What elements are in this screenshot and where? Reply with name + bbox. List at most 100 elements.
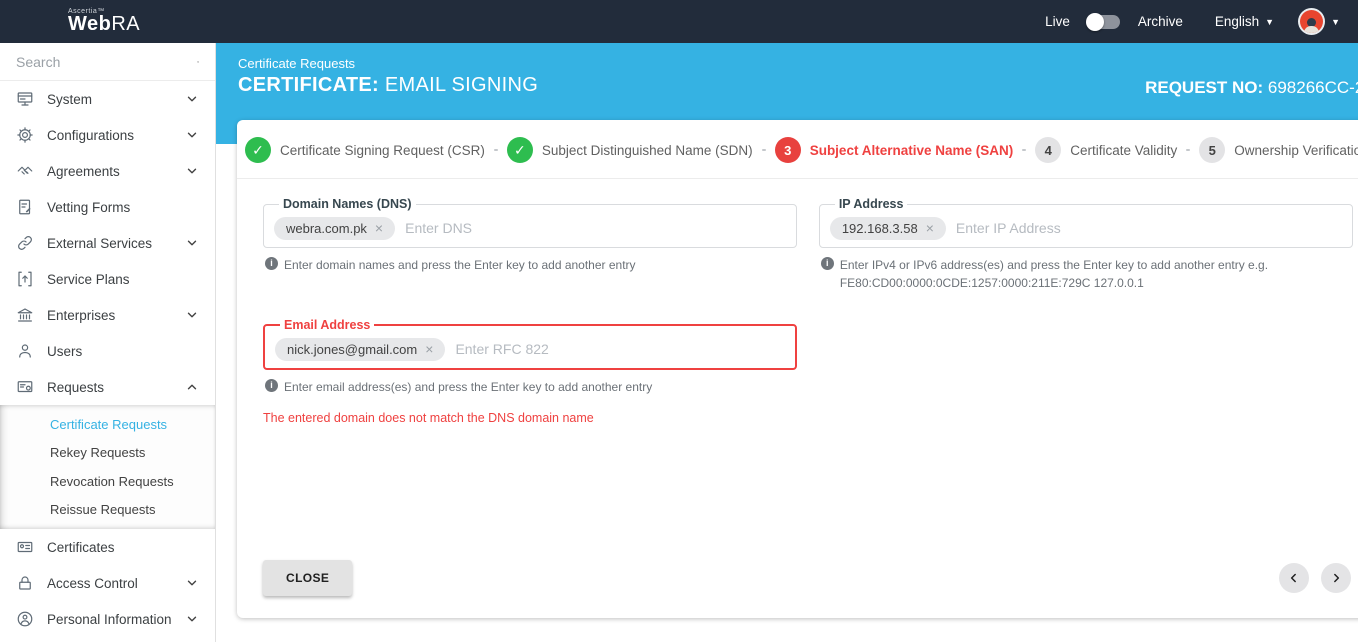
sidebar-item-personal-information[interactable]: Personal Information <box>0 601 215 637</box>
submenu-label: Rekey Requests <box>50 445 145 460</box>
request-card-icon <box>16 378 34 396</box>
avatar[interactable] <box>1298 8 1325 35</box>
user-icon <box>16 342 34 360</box>
live-archive-toggle[interactable] <box>1088 15 1120 29</box>
ip-label: IP Address <box>835 197 908 211</box>
dns-input[interactable] <box>399 216 786 240</box>
page-title: CERTIFICATE: EMAIL SIGNING <box>238 74 538 97</box>
ip-chip[interactable]: 192.168.3.58× <box>830 217 946 240</box>
step-label: Subject Alternative Name (SAN) <box>810 143 1014 158</box>
gear-icon <box>16 126 34 144</box>
email-error-message: The entered domain does not match the DN… <box>263 411 797 425</box>
info-icon: i <box>821 257 834 270</box>
ip-field-group: IP Address 192.168.3.58× i Enter IPv4 or… <box>819 197 1353 292</box>
info-icon: i <box>265 257 278 270</box>
chevron-right-icon <box>1329 571 1343 585</box>
chevron-down-icon <box>185 236 199 250</box>
step-label: Ownership Verification <box>1234 143 1358 158</box>
brand-name: WebRA <box>68 13 140 35</box>
sidebar-item-vetting-forms[interactable]: Vetting Forms <box>0 189 215 225</box>
helper-text: Enter domain names and press the Enter k… <box>284 256 636 274</box>
top-navbar: Ascertia™ WebRA Live Archive English ▼ ▼ <box>0 0 1358 43</box>
sidebar-item-certificates[interactable]: Certificates <box>0 529 215 565</box>
ip-helper: i Enter IPv4 or IPv6 address(es) and pre… <box>821 256 1353 292</box>
ip-fieldset[interactable]: IP Address 192.168.3.58× <box>819 197 1353 248</box>
chip-remove-icon[interactable]: × <box>926 221 934 235</box>
chip-value: nick.jones@gmail.com <box>287 342 417 357</box>
submenu-item-rekey-requests[interactable]: Rekey Requests <box>0 439 215 468</box>
step-csr[interactable]: ✓ Certificate Signing Request (CSR) <box>245 137 485 163</box>
chevron-left-icon <box>1287 571 1301 585</box>
dns-label: Domain Names (DNS) <box>279 197 416 211</box>
previous-step-button[interactable] <box>1279 563 1309 593</box>
email-helper: i Enter email address(es) and press the … <box>265 378 797 396</box>
app-logo[interactable]: Ascertia™ WebRA <box>0 8 216 35</box>
handshake-icon <box>16 162 34 180</box>
dns-fieldset[interactable]: Domain Names (DNS) webra.com.pk × <box>263 197 797 248</box>
sidebar-item-label: Enterprises <box>47 308 115 323</box>
step-separator <box>1186 149 1190 151</box>
card-actions: CLOSE <box>237 560 1358 618</box>
chip-value: webra.com.pk <box>286 221 367 236</box>
check-icon: ✓ <box>507 137 533 163</box>
language-dropdown[interactable]: English ▼ <box>1215 14 1274 29</box>
sidebar-item-agreements[interactable]: Agreements <box>0 153 215 189</box>
step-separator <box>494 149 498 151</box>
email-chip[interactable]: nick.jones@gmail.com × <box>275 338 445 361</box>
live-label: Live <box>1045 14 1070 29</box>
dns-chip[interactable]: webra.com.pk × <box>274 217 395 240</box>
sidebar-item-external-services[interactable]: External Services <box>0 225 215 261</box>
wizard-card: ✓ Certificate Signing Request (CSR) ✓ Su… <box>237 120 1358 618</box>
main-content: Certificate Requests CERTIFICATE: EMAIL … <box>216 43 1358 642</box>
sidebar-item-label: Service Plans <box>47 272 130 287</box>
helper-text: Enter IPv4 or IPv6 address(es) and press… <box>840 256 1320 292</box>
step-number: 4 <box>1035 137 1061 163</box>
ip-input[interactable] <box>950 216 1342 240</box>
toggle-knob[interactable] <box>1086 13 1104 31</box>
chevron-up-icon <box>185 380 199 394</box>
sidebar-item-label: Vetting Forms <box>47 200 130 215</box>
sidebar-search[interactable] <box>0 43 215 81</box>
sidebar-item-access-control[interactable]: Access Control <box>0 565 215 601</box>
sidebar-item-label: Agreements <box>47 164 120 179</box>
avatar-shoulders <box>1304 26 1319 33</box>
email-input[interactable] <box>449 337 784 361</box>
info-icon: i <box>265 379 278 392</box>
step-sdn[interactable]: ✓ Subject Distinguished Name (SDN) <box>507 137 753 163</box>
search-input[interactable] <box>16 54 197 70</box>
sidebar-item-system[interactable]: System <box>0 81 215 117</box>
chip-remove-icon[interactable]: × <box>375 221 383 235</box>
user-menu[interactable]: ▼ <box>1298 8 1340 35</box>
sidebar-item-configurations[interactable]: Configurations <box>0 117 215 153</box>
step-label: Certificate Validity <box>1070 143 1177 158</box>
close-button[interactable]: CLOSE <box>263 560 352 596</box>
sidebar-item-enterprises[interactable]: Enterprises <box>0 297 215 333</box>
next-step-button[interactable] <box>1321 563 1351 593</box>
submenu-item-reissue-requests[interactable]: Reissue Requests <box>0 496 215 525</box>
sidebar-item-requests[interactable]: Requests <box>0 369 215 405</box>
sidebar-item-users[interactable]: Users <box>0 333 215 369</box>
archive-label: Archive <box>1138 14 1183 29</box>
sidebar-item-label: Requests <box>47 380 104 395</box>
chevron-down-icon <box>185 576 199 590</box>
sidebar-item-service-plans[interactable]: Service Plans <box>0 261 215 297</box>
chevron-down-icon <box>185 308 199 322</box>
link-icon <box>16 234 34 252</box>
sidebar-item-label: Access Control <box>47 576 138 591</box>
step-ownership[interactable]: 5 Ownership Verification <box>1199 137 1358 163</box>
person-circle-icon <box>16 610 34 628</box>
submenu-item-certificate-requests[interactable]: Certificate Requests <box>0 410 215 439</box>
email-fieldset[interactable]: Email Address nick.jones@gmail.com× <box>263 318 797 370</box>
service-plan-icon <box>16 270 34 288</box>
step-separator <box>1022 149 1026 151</box>
step-validity[interactable]: 4 Certificate Validity <box>1035 137 1177 163</box>
breadcrumb: Certificate Requests <box>238 56 538 71</box>
step-san[interactable]: 3 Subject Alternative Name (SAN) <box>775 137 1014 163</box>
language-label: English <box>1215 14 1259 29</box>
chip-remove-icon[interactable]: × <box>425 342 433 356</box>
submenu-item-revocation-requests[interactable]: Revocation Requests <box>0 467 215 496</box>
wizard-stepper: ✓ Certificate Signing Request (CSR) ✓ Su… <box>237 120 1358 179</box>
system-icon <box>16 90 34 108</box>
certificate-icon <box>16 538 34 556</box>
chevron-down-icon: ▼ <box>1331 17 1340 27</box>
